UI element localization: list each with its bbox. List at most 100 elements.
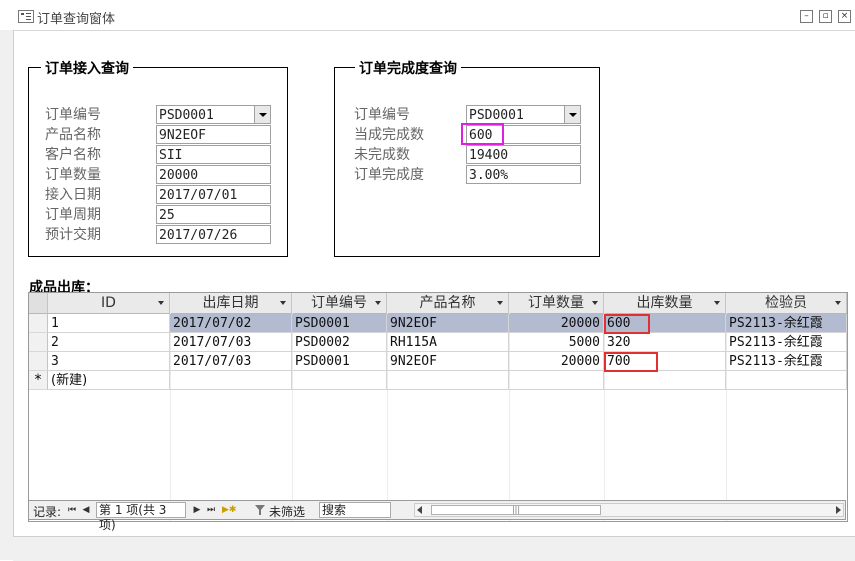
cell-product-name[interactable]: 9N2EOF <box>387 314 509 333</box>
form-icon <box>18 10 34 23</box>
order-cycle-field[interactable]: 25 <box>156 205 271 224</box>
record-label: 记录: <box>33 505 62 519</box>
new-record-cell[interactable] <box>509 371 604 390</box>
scrollbar-thumb[interactable]: ||| <box>431 505 601 515</box>
search-input[interactable]: 搜索 <box>319 502 391 518</box>
sort-dropdown-icon[interactable] <box>375 301 381 305</box>
chevron-down-icon[interactable] <box>564 106 580 123</box>
new-record-cell[interactable] <box>726 371 847 390</box>
ship-qty-highlight-row3 <box>604 352 658 372</box>
select-all-corner[interactable] <box>29 293 48 313</box>
table-row[interactable]: 1 2017/07/02 PSD0001 9N2EOF 20000 600 PS… <box>48 314 847 333</box>
column-header-label: 订单编号 <box>311 295 367 311</box>
record-selector-band <box>0 30 14 560</box>
window-title: 订单查询窗体 <box>37 12 116 27</box>
row-selector[interactable] <box>29 314 48 333</box>
cell-id[interactable]: 3 <box>48 352 170 371</box>
order-cycle-label: 订单周期 <box>45 207 101 223</box>
chevron-down-icon[interactable] <box>254 106 270 123</box>
cell-inspector[interactable]: PS2113-余红霞 <box>726 333 847 352</box>
column-header-order-id[interactable]: 订单编号 <box>292 293 387 313</box>
sort-dropdown-icon[interactable] <box>714 301 720 305</box>
order-id-label: 订单编号 <box>45 107 101 123</box>
new-record-cell[interactable] <box>387 371 509 390</box>
previous-record-icon[interactable]: ◀ <box>81 505 91 515</box>
table-row[interactable]: 2 2017/07/03 PSD0002 RH115A 5000 320 PS2… <box>48 333 847 352</box>
cell-product-name[interactable]: RH115A <box>387 333 509 352</box>
scroll-right-icon[interactable] <box>836 506 841 514</box>
cell-product-name[interactable]: 9N2EOF <box>387 352 509 371</box>
sort-dropdown-icon[interactable] <box>592 301 598 305</box>
cell-ship-date[interactable]: 2017/07/03 <box>170 352 292 371</box>
cell-id[interactable]: 1 <box>48 314 170 333</box>
cell-ship-date[interactable]: 2017/07/03 <box>170 333 292 352</box>
cell-order-id[interactable]: PSD0002 <box>292 333 387 352</box>
completion-order-id-value: PSD0001 <box>469 108 524 123</box>
scroll-left-icon[interactable] <box>417 506 422 514</box>
row-selector[interactable] <box>29 352 48 371</box>
customer-name-field[interactable]: SII <box>156 145 271 164</box>
completion-order-id-label: 订单编号 <box>354 107 410 123</box>
completion-rate-field[interactable]: 3.00% <box>466 165 581 184</box>
cell-inspector[interactable]: PS2113-余红霞 <box>726 352 847 371</box>
cell-id[interactable]: 2 <box>48 333 170 352</box>
uncompleted-count-field[interactable]: 19400 <box>466 145 581 164</box>
completed-count-highlight <box>461 123 504 145</box>
cell-ship-qty[interactable]: 320 <box>604 333 726 352</box>
due-date-label: 预计交期 <box>45 227 101 243</box>
cell-order-qty[interactable]: 20000 <box>509 352 604 371</box>
cell-order-id[interactable]: PSD0001 <box>292 314 387 333</box>
restore-button[interactable]: ▫ <box>819 10 832 23</box>
title-bar: 订单查询窗体 – ▫ × <box>0 0 855 31</box>
new-record-cell[interactable] <box>170 371 292 390</box>
column-header-label: 检验员 <box>765 295 807 311</box>
column-header-ship-date[interactable]: 出库日期 <box>170 293 292 313</box>
new-record-row[interactable]: (新建) <box>48 371 847 390</box>
cell-inspector[interactable]: PS2113-余红霞 <box>726 314 847 333</box>
minimize-button[interactable]: – <box>800 10 813 23</box>
first-record-icon[interactable]: ⏮ <box>67 505 77 515</box>
filter-icon[interactable] <box>254 504 266 516</box>
datasheet-header: ID 出库日期 订单编号 产品名称 订单数量 出库数量 检验员 <box>29 293 847 314</box>
product-name-field[interactable]: 9N2EOF <box>156 125 271 144</box>
column-header-id[interactable]: ID <box>48 293 170 313</box>
completed-count-label: 当成完成数 <box>354 127 424 143</box>
intake-date-field[interactable]: 2017/07/01 <box>156 185 271 204</box>
order-qty-label: 订单数量 <box>45 167 101 183</box>
column-header-label: 出库日期 <box>202 295 259 311</box>
column-header-ship-qty[interactable]: 出库数量 <box>604 293 726 313</box>
due-date-field[interactable]: 2017/07/26 <box>156 225 271 244</box>
intake-date-label: 接入日期 <box>45 187 101 203</box>
order-qty-field[interactable]: 20000 <box>156 165 271 184</box>
table-row[interactable]: 3 2017/07/03 PSD0001 9N2EOF 20000 700 PS… <box>48 352 847 371</box>
completion-rate-label: 订单完成度 <box>354 167 424 183</box>
column-header-order-qty[interactable]: 订单数量 <box>509 293 604 313</box>
next-record-icon[interactable]: ▶ <box>192 505 202 515</box>
column-header-inspector[interactable]: 检验员 <box>726 293 847 313</box>
new-record-cell[interactable] <box>292 371 387 390</box>
order-id-combo[interactable]: PSD0001 <box>156 105 271 124</box>
uncompleted-count-label: 未完成数 <box>354 147 410 163</box>
new-record-cell[interactable]: (新建) <box>48 371 170 390</box>
new-record-label: (新建) <box>51 373 88 388</box>
column-header-product-name[interactable]: 产品名称 <box>387 293 509 313</box>
sort-dropdown-icon[interactable] <box>497 301 503 305</box>
new-row-marker[interactable]: * <box>29 371 48 390</box>
cell-ship-date[interactable]: 2017/07/02 <box>170 314 292 333</box>
sort-dropdown-icon[interactable] <box>158 301 164 305</box>
cell-order-qty[interactable]: 5000 <box>509 333 604 352</box>
completion-order-id-combo[interactable]: PSD0001 <box>466 105 581 124</box>
horizontal-scrollbar[interactable]: ||| <box>414 503 844 517</box>
row-selector[interactable] <box>29 333 48 352</box>
new-record-icon[interactable]: ▶✱ <box>222 505 236 515</box>
sort-dropdown-icon[interactable] <box>280 301 286 305</box>
new-record-cell[interactable] <box>604 371 726 390</box>
cell-order-id[interactable]: PSD0001 <box>292 352 387 371</box>
last-record-icon[interactable]: ⏭ <box>206 505 216 515</box>
sort-dropdown-icon[interactable] <box>835 301 841 305</box>
cell-order-qty[interactable]: 20000 <box>509 314 604 333</box>
column-header-label: 产品名称 <box>419 295 476 311</box>
close-button[interactable]: × <box>838 10 851 23</box>
current-record-field[interactable]: 第 1 项(共 3 项) <box>96 502 186 532</box>
filter-status[interactable]: 未筛选 <box>269 503 305 520</box>
